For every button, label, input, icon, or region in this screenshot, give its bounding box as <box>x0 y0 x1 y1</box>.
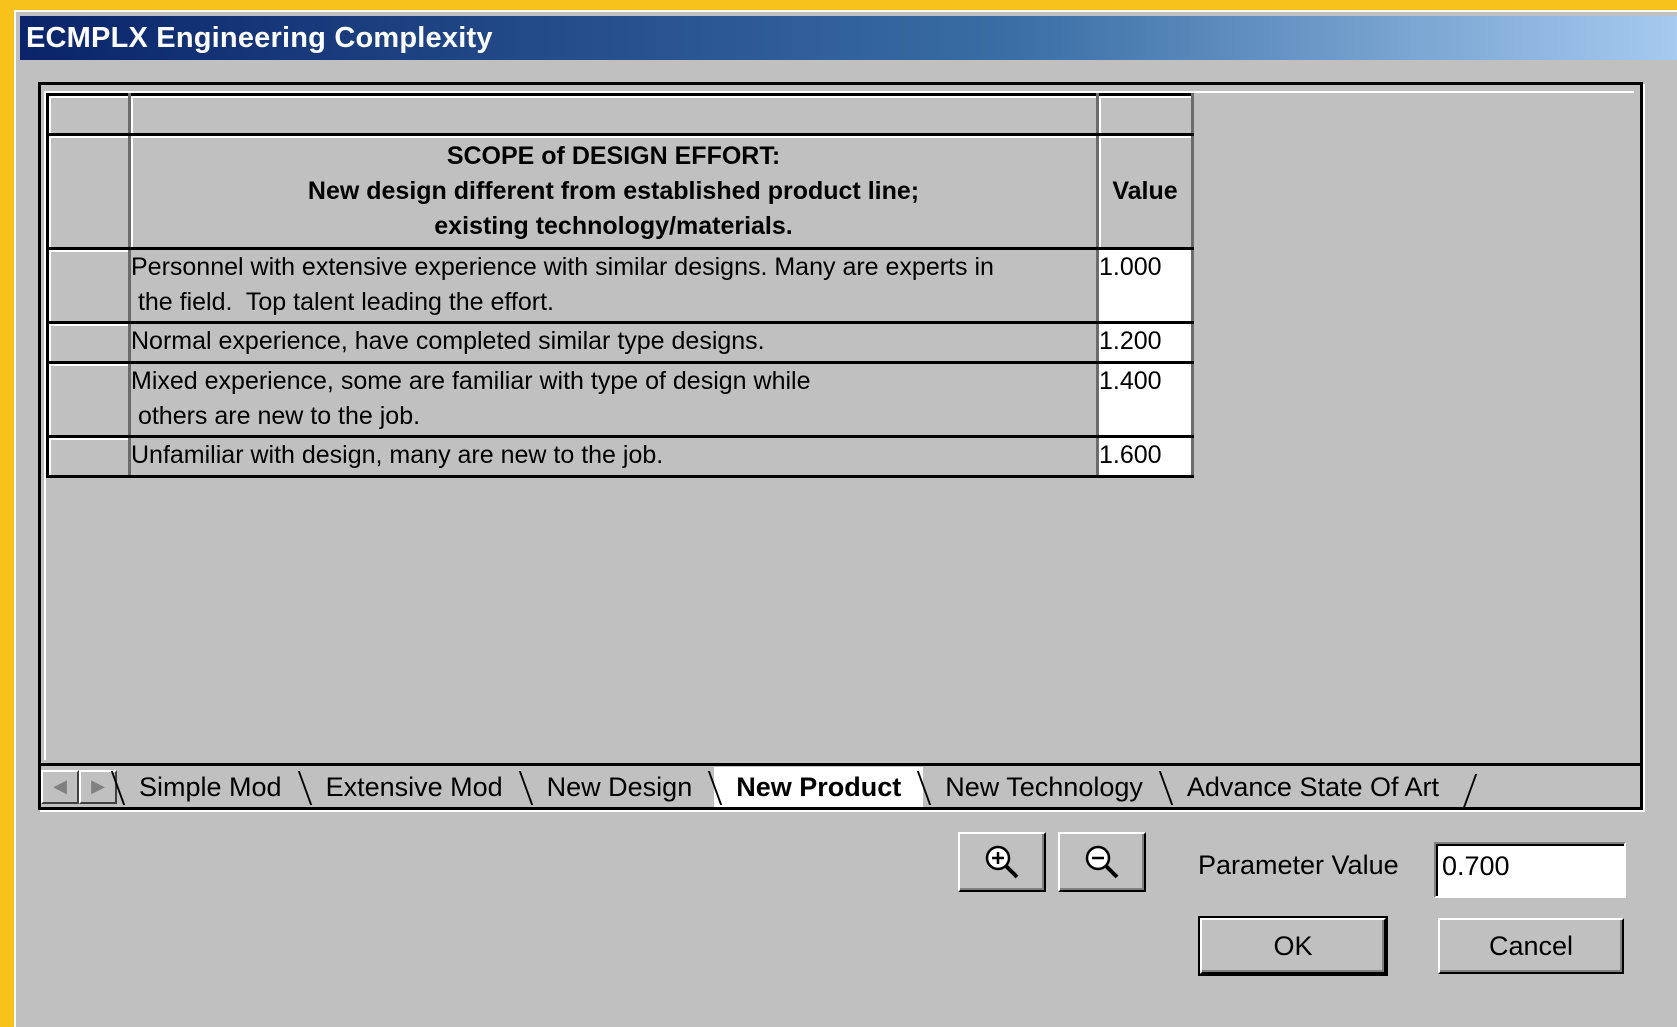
header-line: New design different from established pr… <box>307 177 920 205</box>
row-header[interactable] <box>46 321 131 364</box>
blank-header-cell[interactable] <box>1096 93 1194 136</box>
desc-line: Unfamiliar with design, many are new to … <box>131 441 664 469</box>
dialog-window: ECMPLX Engineering Complexity SCOPE of D… <box>14 10 1677 1027</box>
corner-cell[interactable] <box>46 93 131 136</box>
spreadsheet-area[interactable]: SCOPE of DESIGN EFFORT: New design diffe… <box>44 91 1634 760</box>
tab-simple-mod[interactable]: Simple Mod <box>117 767 304 807</box>
parameter-value-input[interactable]: 0.700 <box>1434 842 1626 898</box>
header-line: SCOPE of DESIGN EFFORT: <box>446 142 781 170</box>
table-row-value[interactable]: 1.600 <box>1096 435 1194 478</box>
spreadsheet-frame: SCOPE of DESIGN EFFORT: New design diffe… <box>38 82 1643 810</box>
zoom-out-button[interactable] <box>1058 832 1146 892</box>
tab-scroll-left-button[interactable]: ◀ <box>41 769 79 804</box>
desc-line: others are new to the job. <box>131 402 421 430</box>
cancel-button[interactable]: Cancel <box>1438 918 1624 974</box>
blank-header-cell[interactable] <box>128 93 1099 136</box>
tab-extensive-mod[interactable]: Extensive Mod <box>304 767 525 807</box>
tab-new-technology[interactable]: New Technology <box>923 767 1165 807</box>
desc-line: Normal experience, have completed simila… <box>131 327 765 355</box>
row-header[interactable] <box>46 435 131 478</box>
parameter-value-label: Parameter Value <box>1198 850 1399 880</box>
magnifier-plus-icon <box>985 845 1019 879</box>
value-header: Value <box>1096 133 1194 250</box>
row-header[interactable] <box>46 133 131 250</box>
table-row-desc[interactable]: Normal experience, have completed simila… <box>128 321 1099 364</box>
tab-new-design[interactable]: New Design <box>525 767 715 807</box>
table-row-desc[interactable]: Mixed experience, some are familiar with… <box>128 361 1099 438</box>
complexity-table: SCOPE of DESIGN EFFORT: New design diffe… <box>46 93 1194 478</box>
row-header[interactable] <box>46 247 131 324</box>
scope-header: SCOPE of DESIGN EFFORT: New design diffe… <box>128 133 1099 250</box>
row-header[interactable] <box>46 361 131 438</box>
desc-line: Mixed experience, some are familiar with… <box>131 367 811 395</box>
tab-bar-end <box>1461 770 1481 804</box>
table-row-value[interactable]: 1.000 <box>1096 247 1194 324</box>
tab-new-product[interactable]: New Product <box>714 766 924 807</box>
desc-line: the field. Top talent leading the effort… <box>131 288 554 316</box>
triangle-left-icon: ◀ <box>53 776 67 796</box>
sheet-tab-bar: ◀ ▶ Simple Mod Extensive Mod New Design … <box>41 763 1640 807</box>
tab-advance-state-of-art[interactable]: Advance State Of Art <box>1165 767 1461 807</box>
triangle-right-icon: ▶ <box>91 776 105 796</box>
table-row-desc[interactable]: Personnel with extensive experience with… <box>128 247 1099 324</box>
table-row-desc[interactable]: Unfamiliar with design, many are new to … <box>128 435 1099 478</box>
table-row-value[interactable]: 1.200 <box>1096 321 1194 364</box>
header-line: existing technology/materials. <box>434 212 793 240</box>
desc-line: Personnel with extensive experience with… <box>131 253 994 281</box>
title-bar: ECMPLX Engineering Complexity <box>20 16 1677 60</box>
zoom-in-button[interactable] <box>958 832 1046 892</box>
scope-header-text: SCOPE of DESIGN EFFORT: New design diffe… <box>131 136 1096 247</box>
table-row-value[interactable]: 1.400 <box>1096 361 1194 438</box>
ok-button[interactable]: OK <box>1198 916 1388 976</box>
magnifier-minus-icon <box>1085 845 1119 879</box>
